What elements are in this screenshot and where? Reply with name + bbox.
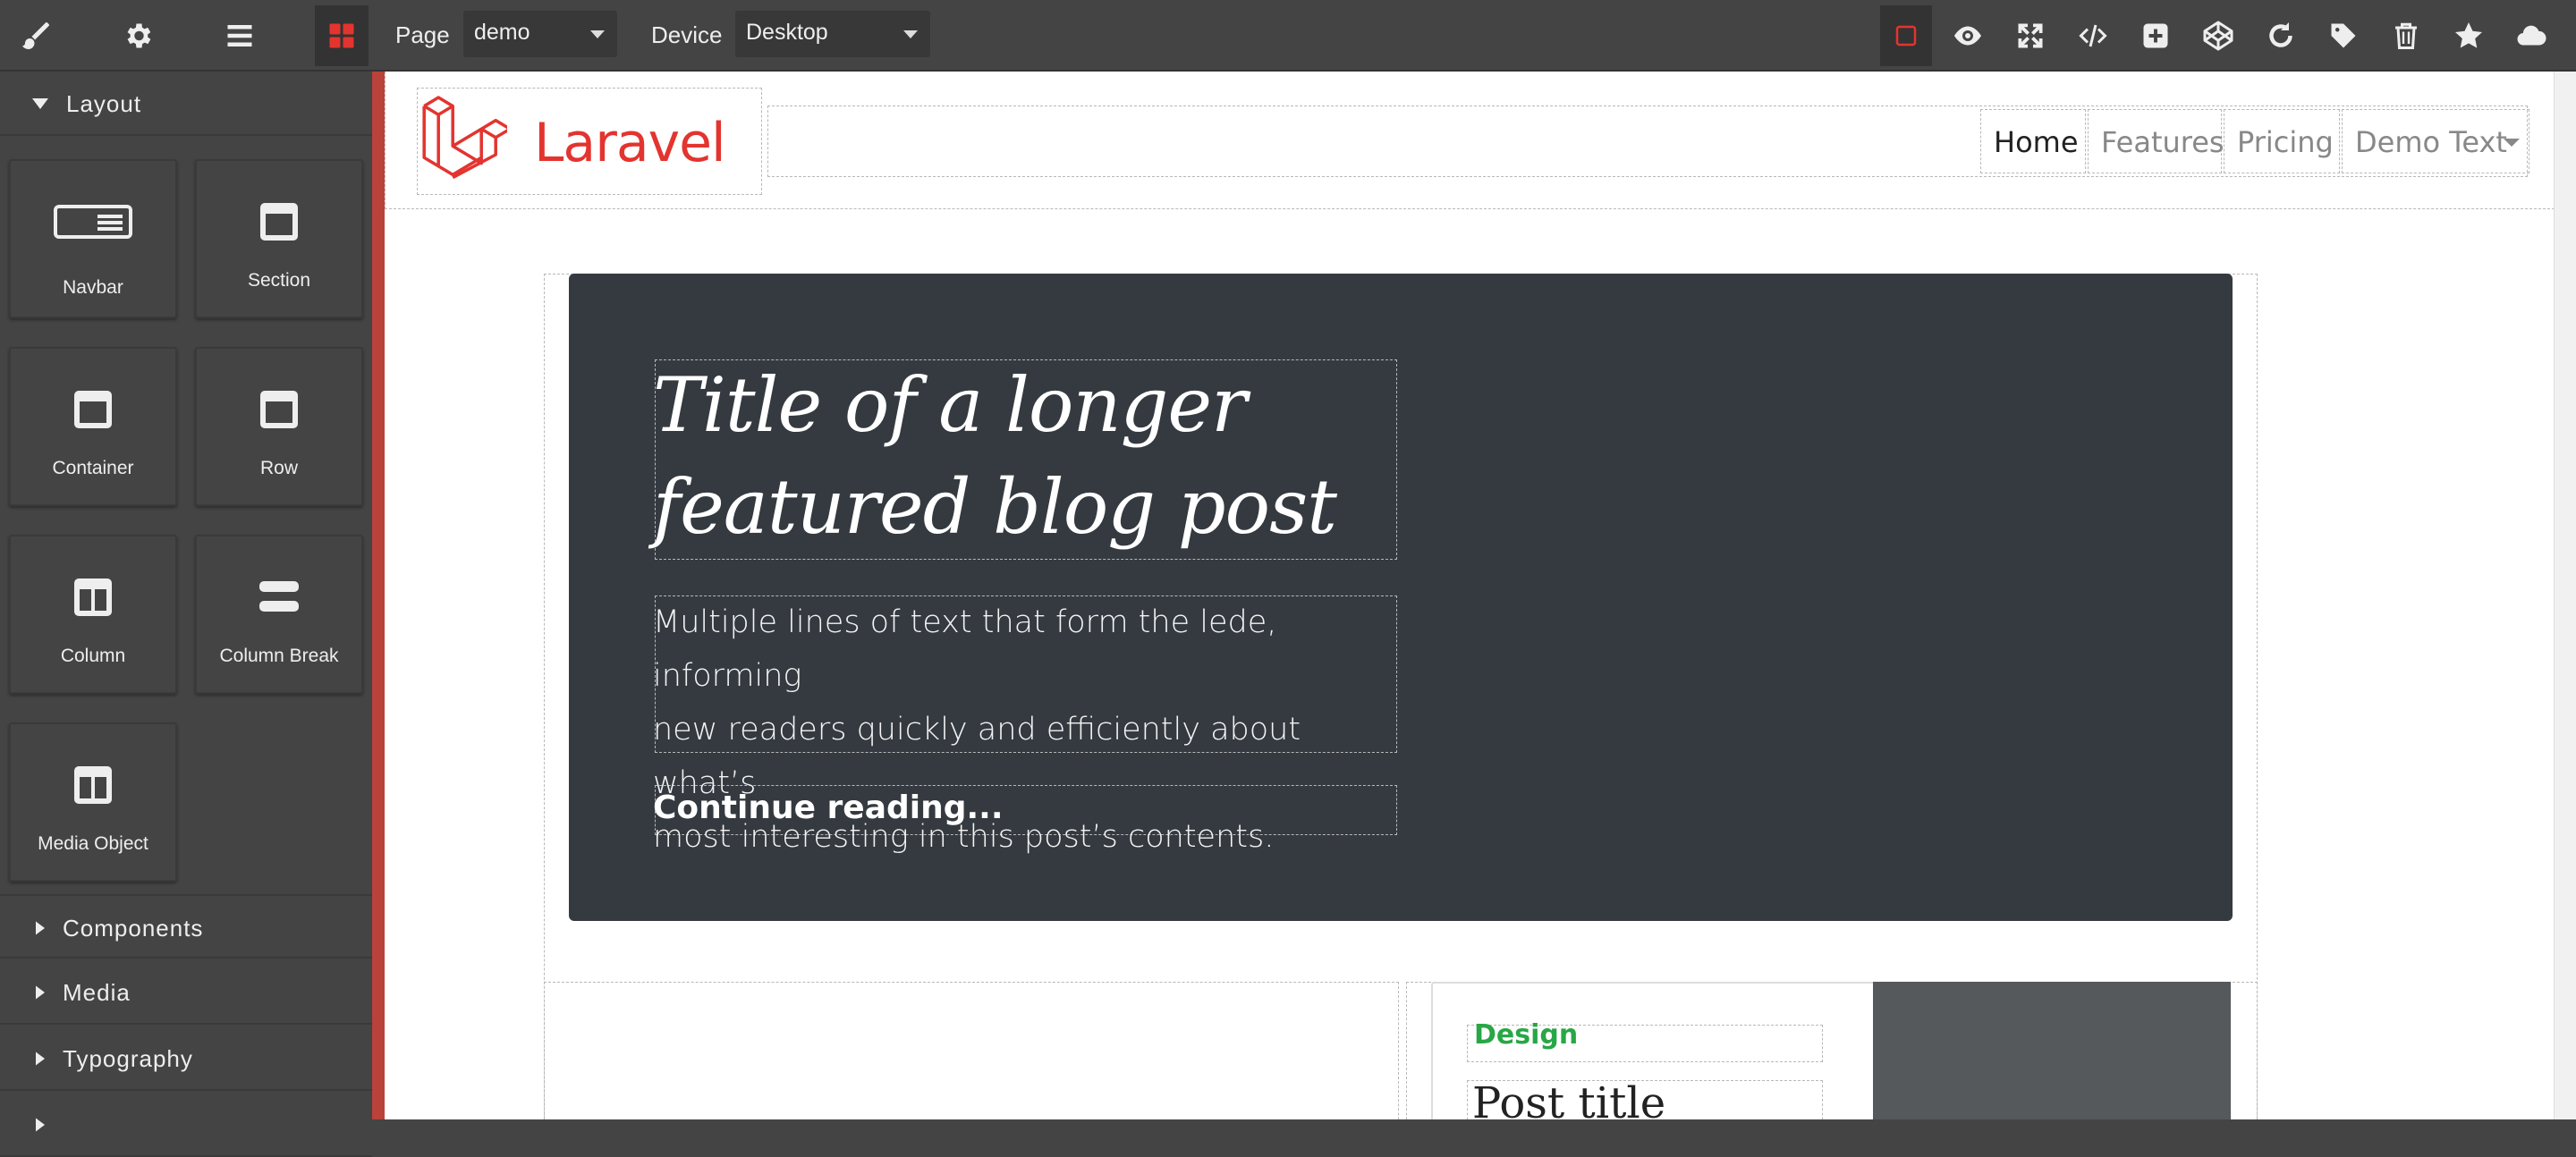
nav-demo-text-dropdown[interactable]: Demo Text bbox=[2342, 109, 2529, 173]
page-select-value: demo bbox=[474, 20, 530, 45]
plus-square-icon[interactable] bbox=[2131, 11, 2181, 61]
code-icon[interactable] bbox=[2068, 11, 2118, 61]
category-layout[interactable]: Layout bbox=[0, 72, 372, 136]
codepen-icon[interactable] bbox=[2193, 11, 2243, 61]
editor-toolbar: Page demo Device Desktop bbox=[0, 0, 2576, 72]
panel-scrollbar[interactable] bbox=[372, 72, 385, 1119]
category-badge: Design bbox=[1474, 1019, 1579, 1051]
block-section[interactable]: Section bbox=[195, 159, 363, 318]
continue-reading-link[interactable]: Continue reading... bbox=[653, 787, 1004, 830]
device-select-value: Desktop bbox=[746, 20, 828, 45]
category-components[interactable]: Components bbox=[0, 894, 372, 959]
nav-pricing[interactable]: Pricing bbox=[2224, 109, 2340, 173]
block-navbar[interactable]: Navbar bbox=[9, 159, 177, 318]
nav-label: Demo Text bbox=[2355, 125, 2507, 159]
brand-link[interactable]: Laravel bbox=[417, 88, 762, 195]
caret-right-icon bbox=[36, 921, 45, 935]
category-label: Components bbox=[63, 915, 204, 942]
post-title: Post title bbox=[1472, 1078, 1666, 1119]
nav-home[interactable]: Home bbox=[1980, 109, 2086, 173]
block-label: Column bbox=[60, 646, 126, 666]
canvas-scrollbar[interactable] bbox=[2554, 72, 2576, 1119]
hamburger-menu-icon[interactable] bbox=[215, 11, 265, 61]
caret-down-icon bbox=[32, 98, 48, 109]
column-block-icon bbox=[11, 576, 175, 619]
caret-right-icon bbox=[36, 1051, 45, 1066]
gear-icon[interactable] bbox=[113, 11, 163, 61]
category-label: Media bbox=[63, 979, 131, 1006]
block-label: Section bbox=[247, 270, 311, 291]
category-label: Layout bbox=[66, 90, 142, 117]
star-icon[interactable] bbox=[2444, 11, 2494, 61]
editor-canvas[interactable]: Laravel Home Features Pricing Demo Text … bbox=[385, 72, 2576, 1119]
blocks-panel: Layout Navbar Section Container Row Colu… bbox=[0, 72, 372, 1157]
post-card-thumbnail bbox=[1873, 982, 2231, 1119]
tag-icon[interactable] bbox=[2318, 11, 2368, 61]
caret-right-icon bbox=[36, 1118, 45, 1132]
nav-label: Features bbox=[2101, 125, 2224, 159]
block-media-object[interactable]: Media Object bbox=[9, 722, 177, 882]
eye-icon[interactable] bbox=[1943, 11, 1993, 61]
block-label: Row bbox=[259, 458, 298, 478]
featured-post-jumbotron[interactable]: Title of a longer featured blog post Mul… bbox=[569, 274, 2233, 921]
page-select[interactable]: demo bbox=[463, 11, 617, 57]
block-container[interactable]: Container bbox=[9, 347, 177, 506]
category-media[interactable]: Media bbox=[0, 960, 372, 1025]
device-select[interactable]: Desktop bbox=[735, 11, 930, 57]
column-left bbox=[544, 982, 1399, 1119]
nav-features[interactable]: Features bbox=[2088, 109, 2224, 173]
block-label: Column Break bbox=[219, 646, 339, 666]
outline-square-icon[interactable] bbox=[1880, 5, 1932, 66]
laravel-logo-icon bbox=[422, 96, 507, 180]
brand-name: Laravel bbox=[534, 112, 726, 174]
block-label: Container bbox=[52, 458, 134, 478]
nav-label: Pricing bbox=[2237, 125, 2334, 159]
chevron-down-icon bbox=[2504, 139, 2520, 147]
block-label: Navbar bbox=[63, 277, 123, 298]
block-label: Media Object bbox=[38, 833, 148, 854]
hero-title-line: featured blog post bbox=[653, 463, 1337, 551]
block-column[interactable]: Column bbox=[9, 535, 177, 694]
section-block-icon bbox=[197, 200, 361, 243]
hero-title: Title of a longer featured blog post bbox=[653, 354, 1404, 558]
container-block-icon bbox=[11, 388, 175, 431]
trash-icon[interactable] bbox=[2381, 11, 2431, 61]
navbar-block-icon bbox=[11, 204, 175, 240]
chevron-down-icon bbox=[903, 30, 918, 38]
caret-right-icon bbox=[36, 985, 45, 1000]
chevron-down-icon bbox=[590, 30, 605, 38]
category-more[interactable] bbox=[0, 1093, 372, 1157]
hero-title-line: Title of a longer bbox=[653, 361, 1247, 449]
column-break-block-icon bbox=[197, 576, 361, 619]
category-label: Typography bbox=[63, 1045, 193, 1072]
block-column-break[interactable]: Column Break bbox=[195, 535, 363, 694]
media-object-block-icon bbox=[11, 764, 175, 807]
paint-brush-icon[interactable] bbox=[11, 11, 61, 61]
row-block-icon bbox=[197, 388, 361, 431]
page-label: Page bbox=[395, 21, 450, 48]
blocks-grid-icon[interactable] bbox=[315, 5, 369, 66]
category-typography[interactable]: Typography bbox=[0, 1026, 372, 1091]
hero-lede-line: Multiple lines of text that form the led… bbox=[653, 604, 1277, 694]
fullscreen-icon[interactable] bbox=[2005, 11, 2055, 61]
cloud-icon[interactable] bbox=[2506, 11, 2556, 61]
nav-label: Home bbox=[1994, 125, 2079, 159]
device-label: Device bbox=[651, 21, 723, 48]
block-row[interactable]: Row bbox=[195, 347, 363, 506]
undo-icon[interactable] bbox=[2256, 11, 2306, 61]
